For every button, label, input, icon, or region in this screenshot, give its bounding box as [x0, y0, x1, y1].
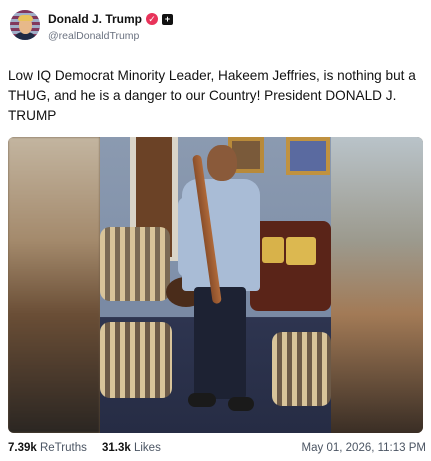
square-plus-badge-icon: +	[162, 13, 174, 25]
likes-stat[interactable]: 31.3k Likes	[102, 442, 161, 454]
shoe	[228, 397, 254, 411]
post-timestamp[interactable]: May 01, 2026, 11:13 PM	[302, 442, 426, 454]
likes-count: 31.3k	[102, 442, 131, 454]
post-media[interactable]	[8, 137, 423, 433]
striped-chair	[100, 322, 172, 398]
avatar-hair	[18, 15, 33, 21]
man-pants	[194, 287, 246, 399]
retruths-label: ReTruths	[39, 442, 87, 454]
framed-picture	[286, 137, 330, 175]
post-photo[interactable]	[100, 137, 331, 433]
shoe	[188, 393, 216, 407]
man-arm	[178, 197, 198, 277]
pillow	[286, 237, 316, 265]
avatar[interactable]	[10, 10, 40, 40]
striped-chair	[272, 332, 331, 406]
post-text: Low IQ Democrat Minority Leader, Hakeem …	[8, 68, 416, 123]
author-handle[interactable]: @realDonaldTrump	[48, 30, 139, 42]
media-blur-left	[8, 137, 100, 433]
sofa	[250, 221, 331, 311]
author-name-row: Donald J. Trump ✓ +	[48, 12, 174, 26]
verified-badge-icon: ✓	[146, 13, 159, 25]
pillow	[262, 237, 284, 263]
striped-chair	[100, 227, 170, 301]
likes-label: Likes	[133, 442, 161, 454]
retruths-stat[interactable]: 7.39k ReTruths	[8, 442, 87, 454]
man-head	[207, 145, 237, 181]
post-footer: 7.39k ReTruths 31.3k Likes May 01, 2026,…	[8, 442, 426, 458]
author-display-name[interactable]: Donald J. Trump	[48, 12, 142, 26]
retruths-count: 7.39k	[8, 442, 37, 454]
media-blur-right	[331, 137, 423, 433]
